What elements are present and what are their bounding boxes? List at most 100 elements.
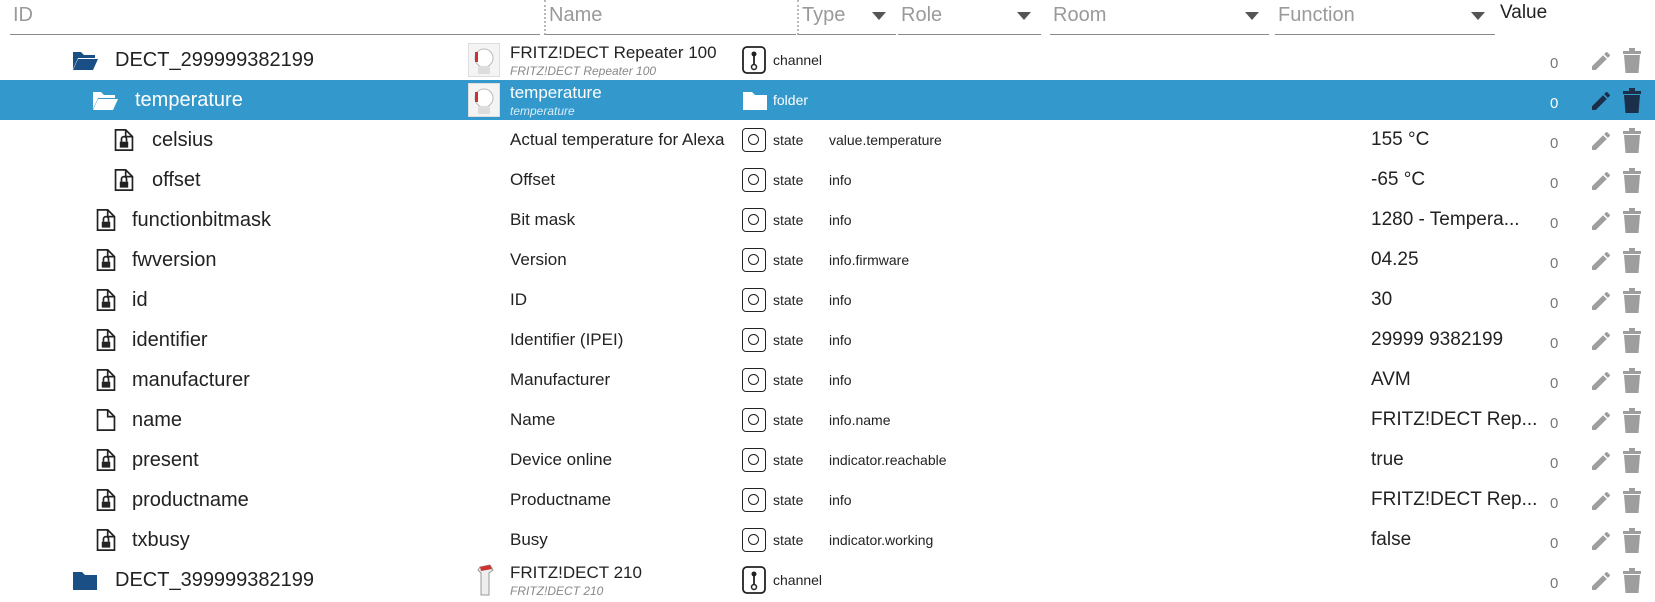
object-name: Manufacturer <box>510 370 611 389</box>
edit-icon[interactable] <box>1589 329 1613 353</box>
object-role: info <box>829 212 852 228</box>
object-type: state <box>773 292 804 308</box>
delete-icon[interactable] <box>1621 328 1643 354</box>
edit-icon[interactable] <box>1589 409 1613 433</box>
type-filter-select[interactable]: Type <box>797 0 896 35</box>
file-lock-icon[interactable] <box>113 167 139 193</box>
delete-icon[interactable] <box>1621 488 1643 514</box>
tree-row[interactable]: identifier Identifier (IPEI) state info 2999… <box>0 320 1655 360</box>
tree-row[interactable]: productname Productname state info FRITZ!DEC… <box>0 480 1655 520</box>
function-filter-select[interactable]: Function <box>1275 0 1495 35</box>
id-filter-input[interactable]: ID <box>10 0 540 35</box>
delete-icon[interactable] <box>1621 368 1643 394</box>
object-id: DECT_299999382199 <box>115 49 315 71</box>
delete-icon[interactable] <box>1621 168 1643 194</box>
object-value[interactable]: 155 °C <box>1371 129 1429 151</box>
tree-row[interactable]: fwversion Version state info.firmware 04.25 0 <box>0 240 1655 280</box>
tree-row[interactable]: functionbitmask Bit mask state info 1280 - T… <box>0 200 1655 240</box>
object-value[interactable]: FRITZ!DECT Rep... <box>1371 489 1537 511</box>
edit-icon[interactable] <box>1589 249 1613 273</box>
delete-icon[interactable] <box>1621 48 1643 74</box>
ack-count: 0 <box>1550 335 1559 352</box>
object-name: Identifier (IPEI) <box>510 330 624 349</box>
delete-icon[interactable] <box>1621 408 1643 434</box>
delete-icon[interactable] <box>1621 208 1643 234</box>
file-lock-icon[interactable] <box>95 527 121 553</box>
object-value[interactable]: 1280 - Tempera... <box>1371 209 1520 231</box>
edit-icon[interactable] <box>1589 289 1613 313</box>
object-value[interactable]: true <box>1371 449 1404 471</box>
object-type: state <box>773 332 804 348</box>
file-icon[interactable] <box>95 407 121 433</box>
object-value[interactable]: FRITZ!DECT Rep... <box>1371 409 1537 431</box>
object-role: info.firmware <box>829 252 910 268</box>
object-name: Actual temperature for Alexa <box>510 130 725 149</box>
channel-icon <box>742 46 768 74</box>
object-name: Name <box>510 410 556 429</box>
file-lock-icon[interactable] <box>95 327 121 353</box>
id-filter-placeholder: ID <box>13 4 33 26</box>
name-filter-input[interactable]: Name <box>544 0 796 35</box>
edit-icon[interactable] <box>1589 369 1613 393</box>
name-filter-placeholder: Name <box>549 4 603 26</box>
folder-closed-icon[interactable] <box>70 567 97 593</box>
edit-icon[interactable] <box>1589 169 1613 193</box>
role-filter-select[interactable]: Role <box>898 0 1041 35</box>
ack-count: 0 <box>1550 575 1559 592</box>
delete-icon[interactable] <box>1621 88 1643 114</box>
tree-row[interactable]: offset Offset state info -65 °C 0 <box>0 160 1655 200</box>
tree-row[interactable]: present Device online state indicator.reach… <box>0 440 1655 480</box>
room-filter-select[interactable]: Room <box>1050 0 1269 35</box>
delete-icon[interactable] <box>1621 528 1643 554</box>
state-icon <box>742 328 766 352</box>
object-value[interactable]: 30 <box>1371 289 1392 311</box>
tree-row[interactable]: DECT_299999382199 FRITZ!DECT Repeater 100… <box>0 40 1655 80</box>
object-id: id <box>132 289 148 311</box>
edit-icon[interactable] <box>1589 209 1613 233</box>
edit-icon[interactable] <box>1589 129 1613 153</box>
object-value[interactable]: false <box>1371 529 1411 551</box>
folder-open-icon[interactable] <box>70 47 98 73</box>
object-value[interactable]: 29999 9382199 <box>1371 329 1503 351</box>
object-value[interactable]: -65 °C <box>1371 169 1425 191</box>
object-type: state <box>773 412 804 428</box>
object-name-sub: temperature <box>510 104 575 118</box>
file-lock-icon[interactable] <box>95 447 121 473</box>
object-type: state <box>773 212 804 228</box>
folder-open-icon[interactable] <box>90 87 118 113</box>
tree-row[interactable]: manufacturer Manufacturer state info AVM 0 <box>0 360 1655 400</box>
tree-row[interactable]: DECT_399999382199 FRITZ!DECT 210 FRITZ!DEC… <box>0 560 1655 600</box>
file-lock-icon[interactable] <box>95 247 121 273</box>
delete-icon[interactable] <box>1621 568 1643 594</box>
file-lock-icon[interactable] <box>113 127 139 153</box>
tree-row[interactable]: name Name state info.name FRITZ!DECT Rep... 0 <box>0 400 1655 440</box>
ack-count: 0 <box>1550 95 1559 112</box>
object-role: value.temperature <box>829 132 942 148</box>
object-name: Busy <box>510 530 548 549</box>
object-value[interactable]: AVM <box>1371 369 1411 391</box>
file-lock-icon[interactable] <box>95 287 121 313</box>
tree-row[interactable]: temperature temperature temperature folder 0 <box>0 80 1655 120</box>
edit-icon[interactable] <box>1589 569 1613 593</box>
state-icon <box>742 368 766 392</box>
edit-icon[interactable] <box>1589 449 1613 473</box>
delete-icon[interactable] <box>1621 248 1643 274</box>
filter-header: ID Name Type Role Room Function Value <box>0 0 1655 38</box>
edit-icon[interactable] <box>1589 489 1613 513</box>
object-value[interactable]: 04.25 <box>1371 249 1419 271</box>
tree-row[interactable]: id ID state info 30 0 <box>0 280 1655 320</box>
tree-row[interactable]: txbusy Busy state indicator.working false 0 <box>0 520 1655 560</box>
delete-icon[interactable] <box>1621 288 1643 314</box>
ack-count: 0 <box>1550 495 1559 512</box>
role-filter-placeholder: Role <box>901 4 943 26</box>
delete-icon[interactable] <box>1621 128 1643 154</box>
edit-icon[interactable] <box>1589 49 1613 73</box>
object-role: info <box>829 332 852 348</box>
file-lock-icon[interactable] <box>95 487 121 513</box>
edit-icon[interactable] <box>1589 529 1613 553</box>
edit-icon[interactable] <box>1589 89 1613 113</box>
delete-icon[interactable] <box>1621 448 1643 474</box>
file-lock-icon[interactable] <box>95 367 121 393</box>
file-lock-icon[interactable] <box>95 207 121 233</box>
tree-row[interactable]: celsius Actual temperature for Alexa state… <box>0 120 1655 160</box>
